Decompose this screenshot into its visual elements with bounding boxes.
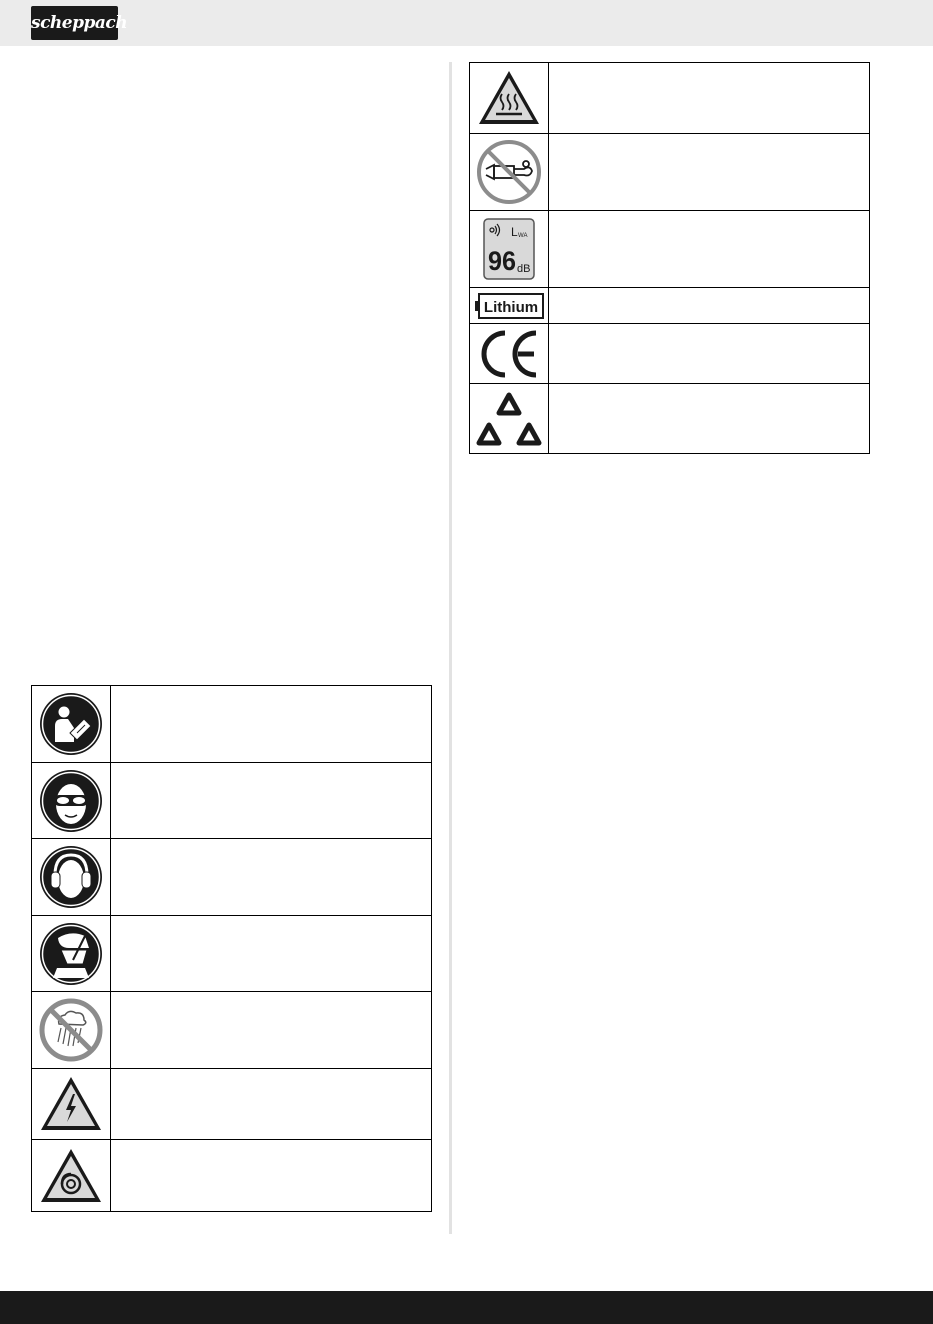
symbol-description [110, 838, 432, 916]
symbol-description [548, 210, 870, 288]
symbol-icon-cell [469, 62, 549, 134]
sound-power-level-icon: L WA 96 dB [483, 218, 535, 280]
lwa-subscript: WA [518, 233, 527, 239]
right-symbol-table: L WA 96 dB Lithium [469, 62, 870, 454]
column-divider [449, 62, 452, 1234]
symbol-description [548, 383, 870, 454]
face-shield-icon [40, 922, 102, 985]
symbol-description [548, 133, 870, 211]
symbol-icon-cell: Lithium [469, 287, 549, 324]
lithium-battery-icon: Lithium [475, 292, 544, 319]
symbol-icon-cell [31, 685, 111, 763]
symbol-row [31, 685, 432, 763]
symbol-row: Lithium [469, 287, 870, 324]
recycling-icon [476, 392, 542, 445]
lwa-label: L [511, 225, 518, 239]
symbol-icon-cell [469, 383, 549, 454]
symbol-row [469, 133, 870, 211]
symbol-description [110, 991, 432, 1069]
symbol-description [110, 915, 432, 992]
symbol-row [469, 383, 870, 454]
symbol-description [110, 1139, 432, 1212]
symbol-row [469, 62, 870, 134]
symbol-icon-cell [31, 991, 111, 1069]
eye-protection-icon [40, 769, 102, 832]
symbol-icon-cell [31, 838, 111, 916]
electric-shock-warning-icon [41, 1077, 101, 1130]
no-rain-icon [39, 998, 103, 1062]
hot-surface-warning-icon [479, 71, 539, 124]
sound-value: 96 [488, 246, 516, 276]
symbol-description [110, 1068, 432, 1140]
no-fuel-icon [477, 140, 541, 204]
symbol-row [31, 915, 432, 992]
rotating-parts-warning-icon [41, 1148, 101, 1202]
battery-label: Lithium [484, 299, 538, 316]
symbol-row [31, 1139, 432, 1212]
symbol-icon-cell [469, 323, 549, 384]
symbol-row: L WA 96 dB [469, 210, 870, 288]
symbol-description [548, 62, 870, 134]
scheppach-logo: scheppach [31, 6, 128, 40]
page-header: scheppach [0, 0, 933, 46]
symbol-icon-cell [31, 762, 111, 839]
page-footer [0, 1291, 933, 1324]
symbol-icon-cell [31, 1139, 111, 1212]
symbol-row [31, 1068, 432, 1140]
symbol-icon-cell [469, 133, 549, 211]
ear-protection-icon [40, 846, 102, 908]
symbol-row [31, 991, 432, 1069]
sound-unit: dB [517, 263, 530, 275]
symbol-row [31, 762, 432, 839]
symbol-icon-cell: L WA 96 dB [469, 210, 549, 288]
left-symbol-table [31, 685, 432, 1212]
symbol-description [548, 287, 870, 324]
read-manual-icon [40, 693, 102, 755]
symbol-description [548, 323, 870, 384]
symbol-description [110, 762, 432, 839]
symbol-description [110, 685, 432, 763]
symbol-row [31, 838, 432, 916]
symbol-icon-cell [31, 915, 111, 992]
symbol-row [469, 323, 870, 384]
ce-mark-icon [481, 330, 537, 377]
symbol-icon-cell [31, 1068, 111, 1140]
